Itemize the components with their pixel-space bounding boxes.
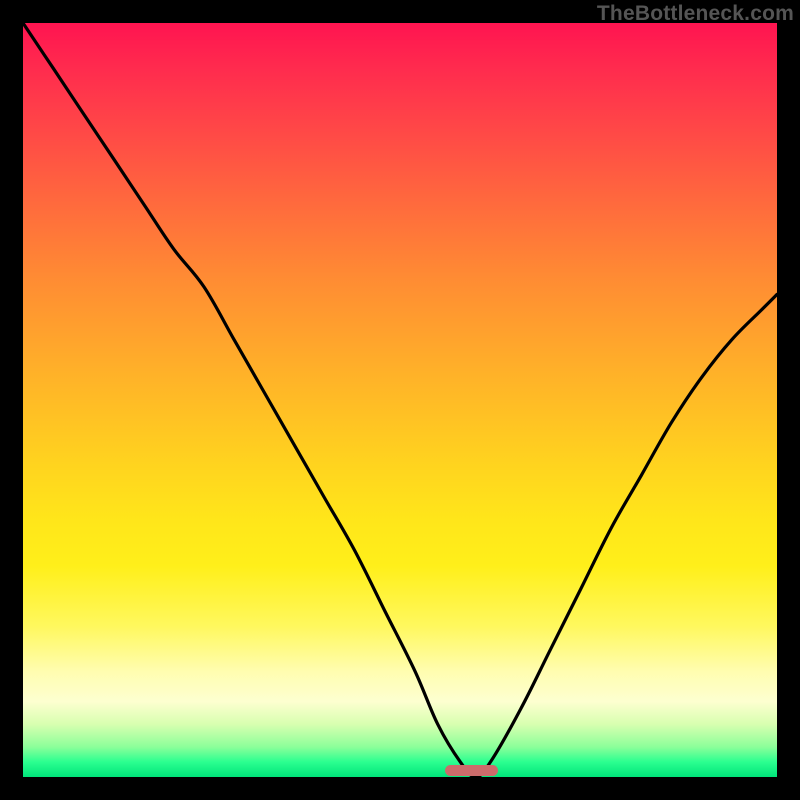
bottleneck-curve (23, 23, 777, 777)
curve-path (23, 23, 777, 777)
optimal-range-marker (445, 765, 498, 776)
chart-frame: TheBottleneck.com (0, 0, 800, 800)
